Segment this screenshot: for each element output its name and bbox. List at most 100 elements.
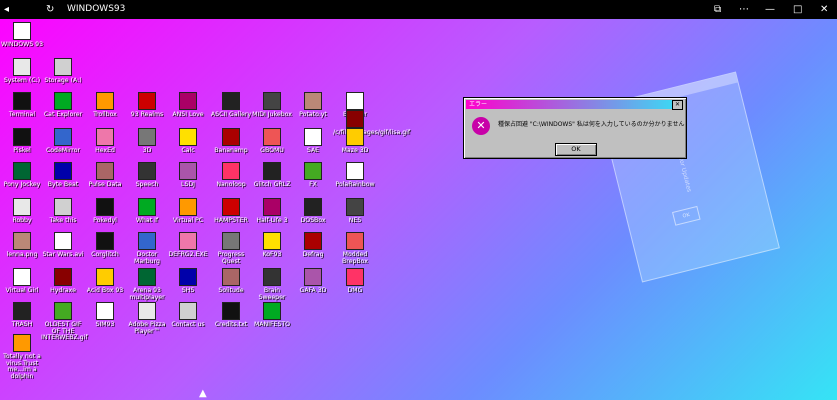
desktop-icon[interactable]: DEFRG2.EXE — [166, 232, 210, 259]
desktop-icon[interactable]: ANSI Love — [166, 92, 210, 119]
desktop-icon[interactable]: Piskel — [0, 128, 44, 155]
desktop-icon[interactable]: LSDJ — [166, 162, 210, 189]
desktop-icon[interactable]: Bananamp — [209, 128, 253, 155]
icon-label: Glitch GRLZ — [253, 181, 291, 188]
desktop-icon[interactable]: Totally not a virus.Trust me...im a dolp… — [0, 334, 44, 380]
desktop-icon[interactable]: Solitude — [209, 268, 253, 295]
desktop-icon[interactable]: HexEd — [83, 128, 127, 155]
desktop-icon[interactable]: HAMPSTER — [209, 198, 253, 225]
desktop-icon[interactable]: What If — [125, 198, 169, 225]
app-icon — [54, 128, 72, 146]
desktop-icon[interactable]: Acid Box 93 — [83, 268, 127, 295]
desktop-icon[interactable]: System (C:) — [0, 58, 44, 85]
app-icon — [222, 302, 240, 320]
app-icon — [263, 232, 281, 250]
app-icon — [346, 232, 364, 250]
back-icon[interactable]: ◂ — [4, 4, 9, 15]
desktop-icon[interactable]: Pulse Data — [83, 162, 127, 189]
desktop-icon[interactable]: FX — [291, 162, 335, 189]
desktop-icon[interactable]: Nanoloop — [209, 162, 253, 189]
desktop-icon[interactable]: Half-Life 3 — [250, 198, 294, 225]
minimize-button[interactable]: — — [765, 4, 775, 15]
desktop-icon[interactable]: GAFA 3D — [291, 268, 335, 295]
desktop-icon[interactable]: Corglitch — [83, 232, 127, 259]
mouse-cursor-icon: ▲ — [199, 388, 207, 399]
icon-label: MANIFESTO — [253, 321, 291, 328]
desktop-icon[interactable]: Maze 3D — [333, 128, 377, 155]
desktop-icon[interactable]: Potato.yt — [291, 92, 335, 119]
app-icon — [13, 22, 31, 40]
desktop-icon[interactable]: DOSBox — [291, 198, 335, 225]
desktop-icon[interactable]: SHS — [166, 268, 210, 295]
app-icon — [222, 128, 240, 146]
icon-label: Progress Quest — [217, 251, 245, 265]
desktop-icon[interactable]: ASCII Gallery — [209, 92, 253, 119]
desktop-icon[interactable]: PolaRainbow — [333, 162, 377, 189]
desktop-icon[interactable]: Credits.txt — [209, 302, 253, 329]
app-icon — [96, 128, 114, 146]
desktop-icon[interactable]: KoF93 — [250, 232, 294, 259]
desktop-icon[interactable]: Virtual PC — [166, 198, 210, 225]
icon-label: Calc — [181, 147, 195, 154]
desktop-icon[interactable]: Cat Explorer — [41, 92, 85, 119]
refresh-icon[interactable]: ↻ — [46, 4, 54, 15]
desktop-icon[interactable]: 93 Realms — [125, 92, 169, 119]
desktop-icon[interactable]: Virtual Girl — [0, 268, 44, 295]
desktop-icon[interactable]: Glitch GRLZ — [250, 162, 294, 189]
close-button[interactable]: ✕ — [820, 4, 828, 15]
desktop-icon[interactable]: Contact us — [166, 302, 210, 329]
app-icon — [346, 268, 364, 286]
desktop-icon[interactable]: Brain Sweeper — [250, 268, 294, 301]
icon-label: What If — [135, 217, 159, 224]
desktop-icon[interactable]: MANIFESTO — [250, 302, 294, 329]
app-icon — [138, 232, 156, 250]
desktop-icon[interactable]: Star Wars.avi — [41, 232, 85, 259]
desktop-icon[interactable]: Calc — [166, 128, 210, 155]
desktop-icon[interactable]: NES — [333, 198, 377, 225]
icon-label: Hydraxe — [50, 287, 76, 294]
dialog-ok-button[interactable]: OK — [555, 143, 597, 156]
app-icon — [304, 268, 322, 286]
panel-icon[interactable]: ⧉ — [714, 4, 721, 15]
desktop-icon[interactable]: MIDI Jukebox — [250, 92, 294, 119]
app-icon — [346, 92, 364, 110]
icon-label: Maze 3D — [341, 147, 369, 154]
app-icon — [263, 128, 281, 146]
icon-label: GAFA 3D — [299, 287, 327, 294]
app-icon — [138, 198, 156, 216]
desktop-icon[interactable]: Progress Quest — [209, 232, 253, 265]
desktop-icon[interactable]: Terminal — [0, 92, 44, 119]
desktop-icon[interactable]: TRASH — [0, 302, 44, 329]
dialog-close-button[interactable]: ✕ — [672, 100, 683, 110]
desktop-icon[interactable]: Robby — [0, 198, 44, 225]
desktop-icon[interactable]: WINDOWS 93 — [0, 22, 44, 49]
desktop-icon[interactable]: Byte Beat — [41, 162, 85, 189]
desktop-icon[interactable]: OLDEST GIF OF THE INTERWEBZ.gif — [41, 302, 88, 342]
desktop-icon[interactable]: Defrag — [291, 232, 335, 259]
desktop-icon[interactable]: Adobe Pizza Player™ — [125, 302, 169, 335]
desktop-icon[interactable]: CodeMirror — [41, 128, 85, 155]
desktop-icon[interactable]: Arena 93 multiplayer — [125, 268, 169, 301]
icon-label: PolaRainbow — [335, 181, 375, 188]
desktop-icon[interactable]: Storage (A:) — [41, 58, 85, 85]
dialog-message: 種保占回避 "C:\WINDOWS" 私は何を入力しているのか分かりません — [498, 121, 685, 128]
desktop-icon[interactable]: SAE — [291, 128, 335, 155]
desktop-icon[interactable]: lenna.png — [0, 232, 44, 259]
desktop-icon[interactable]: DMG — [333, 268, 377, 295]
icon-label: HAMPSTER — [214, 217, 248, 224]
desktop-icon[interactable]: SIM93 — [83, 302, 127, 329]
desktop-icon[interactable]: 3D — [125, 128, 169, 155]
desktop-icon[interactable]: Pony Jockey — [0, 162, 44, 189]
desktop-icon[interactable]: Hydraxe — [41, 268, 85, 295]
app-icon — [346, 128, 364, 146]
desktop-icon[interactable]: GBOMU — [250, 128, 294, 155]
maximize-button[interactable]: □ — [793, 4, 802, 15]
desktop-icon[interactable]: Speech — [125, 162, 169, 189]
desktop-icon[interactable]: Trollbox — [83, 92, 127, 119]
desktop-icon[interactable]: Doctor Marburg — [125, 232, 169, 265]
desktop-icon[interactable]: Modded BrepBox — [333, 232, 377, 265]
more-icon[interactable]: ⋯ — [739, 4, 749, 15]
desktop-icon[interactable]: Pokedyl — [83, 198, 127, 225]
desktop-icon[interactable]: Take this — [41, 198, 85, 225]
app-icon — [222, 198, 240, 216]
